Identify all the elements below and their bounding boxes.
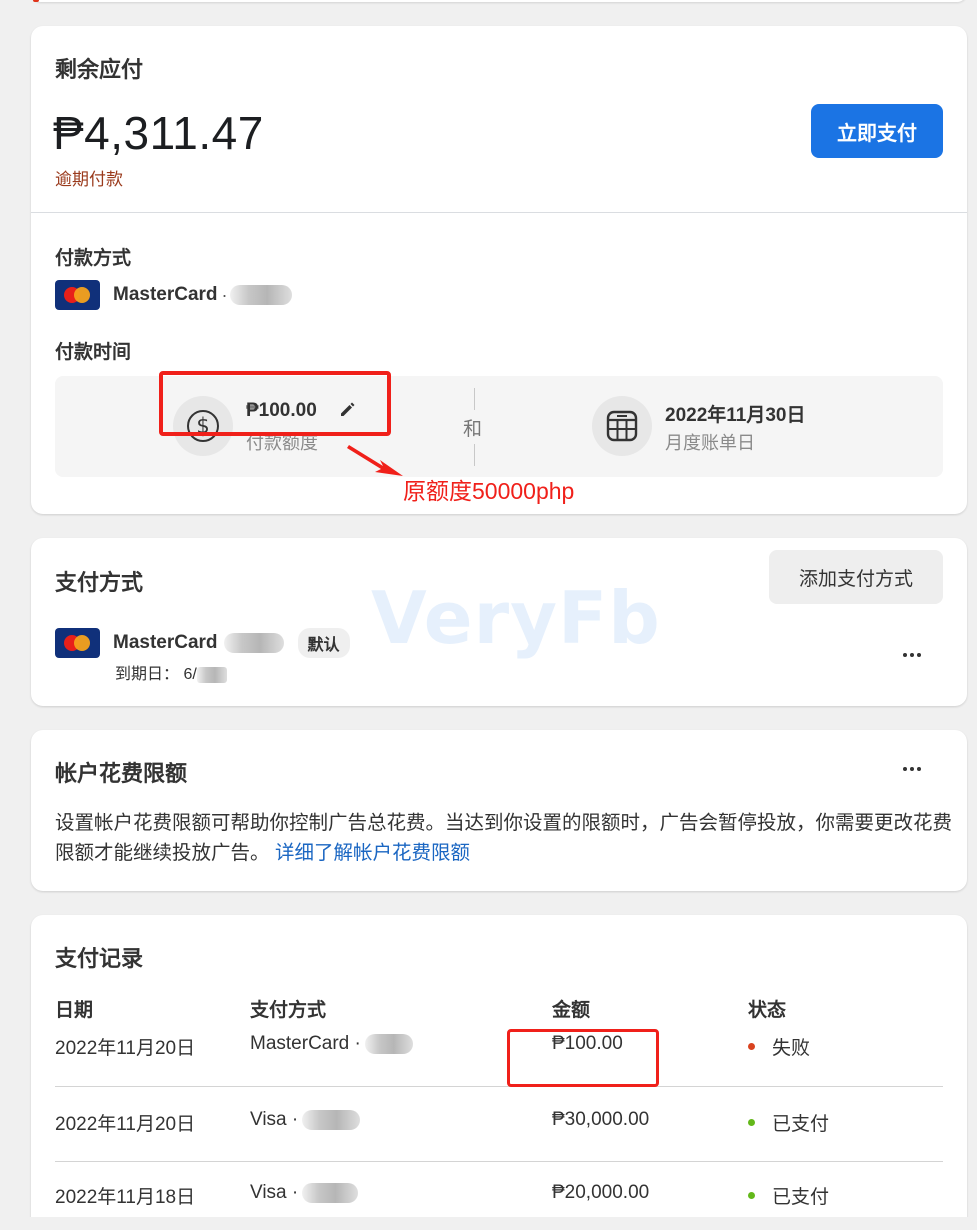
table-row[interactable]: 2022年11月20日 Visa · ₱30,000.00 已支付 (55, 1087, 943, 1162)
row-status: 已支付 (748, 1109, 829, 1136)
status-text: 失败 (772, 1038, 811, 1059)
masked-card-number (223, 633, 284, 653)
previous-card-edge (31, 0, 967, 2)
billing-date-label: 月度账单日 (665, 433, 755, 453)
spending-limit-title: 帐户花费限额 (55, 761, 188, 786)
mastercard-logo-icon (55, 280, 100, 310)
masked-card-number (302, 1110, 361, 1130)
spending-limit-description: 设置帐户花费限额可帮助你控制广告总花费。当达到你设置的限额时，广告会暂停投放，你… (55, 808, 955, 868)
method-text: Visa · (250, 1182, 299, 1203)
payment-method-brand: MasterCard (113, 284, 218, 305)
row-date: 2022年11月18日 (55, 1187, 196, 1208)
expiry-text: 到期日： 6/ (115, 666, 197, 683)
column-date: 日期 (55, 1000, 94, 1021)
row-status: 已支付 (748, 1182, 829, 1209)
spending-limit-card: 帐户花费限额 设置帐户花费限额可帮助你控制广告总花费。当达到你设置的限额时，广告… (31, 730, 967, 891)
row-method: MasterCard · (250, 1033, 413, 1055)
and-divider: 和 (461, 388, 489, 466)
annotation-text: 原额度50000php (403, 478, 575, 504)
divider (31, 212, 967, 213)
billing-date: 2022年11月30日 (665, 405, 806, 426)
status-dot (748, 1192, 755, 1199)
column-method: 支付方式 (250, 1000, 327, 1021)
payment-history-card: 支付记录 日期 支付方式 金额 状态 2022年11月20日 MasterCar… (31, 915, 967, 1230)
learn-more-link[interactable]: 详细了解帐户花费限额 (275, 842, 470, 864)
more-horizontal-icon[interactable] (894, 755, 930, 783)
status-text: 已支付 (772, 1187, 830, 1208)
balance-due-card: 剩余应付 ₱4,311.47 逾期付款 立即支付 付款方式 MasterCard… (31, 26, 967, 514)
pay-now-button[interactable]: 立即支付 (811, 104, 943, 158)
row-date: 2022年11月20日 (55, 1114, 196, 1135)
description-text: 设置帐户花费限额可帮助你控制广告总花费。当达到你设置的限额时，广告会暂停投放，你… (55, 812, 953, 864)
payment-method-label: 付款方式 (55, 248, 132, 269)
row-date: 2022年11月20日 (55, 1038, 196, 1059)
red-mark (33, 0, 39, 2)
payment-history-table: 日期 支付方式 金额 状态 2022年11月20日 MasterCard · ₱… (55, 989, 943, 1230)
balance-title: 剩余应付 (55, 57, 144, 82)
column-status: 状态 (748, 1000, 787, 1021)
masked-card-number (364, 1034, 413, 1054)
status-dot (748, 1043, 755, 1050)
payment-history-title: 支付记录 (55, 946, 144, 971)
card-expiry: 到期日： 6/ (115, 660, 227, 684)
add-payment-method-button[interactable]: 添加支付方式 (769, 550, 943, 604)
row-method: Visa · (250, 1182, 359, 1204)
row-amount: ₱30,000.00 (552, 1109, 650, 1130)
row-status: 失败 (748, 1033, 810, 1060)
separator: · (221, 284, 228, 305)
status-dot (748, 1119, 755, 1126)
payment-time-label: 付款时间 (55, 342, 132, 363)
masked-card-number (302, 1183, 359, 1203)
annotation-highlight-box (159, 371, 391, 436)
row-amount: ₱20,000.00 (552, 1182, 650, 1203)
payment-method-row: MasterCard · (55, 280, 292, 310)
status-text: 已支付 (772, 1114, 830, 1135)
column-amount: 金额 (552, 1000, 591, 1021)
payment-methods-card: VeryFb 支付方式 添加支付方式 MasterCard 默认 到期日： 6/ (31, 538, 967, 706)
and-label: 和 (463, 419, 483, 440)
more-horizontal-icon[interactable] (894, 641, 930, 669)
method-text: MasterCard · (250, 1033, 361, 1054)
calendar-icon (592, 396, 652, 456)
method-text: Visa · (250, 1109, 299, 1130)
payment-methods-title: 支付方式 (55, 570, 144, 595)
page-background (0, 1217, 977, 1230)
annotation-arrow-icon (347, 445, 403, 476)
watermark: VeryFb (371, 576, 661, 660)
table-row[interactable]: 2022年11月20日 MasterCard · ₱100.00 失败 (55, 1029, 943, 1087)
balance-amount: ₱4,311.47 (53, 107, 264, 159)
masked-expiry (196, 666, 227, 683)
mastercard-logo-icon (55, 628, 100, 658)
default-badge: 默认 (297, 628, 350, 658)
masked-card-number (229, 285, 292, 305)
payment-method-item[interactable]: MasterCard 默认 (55, 628, 350, 658)
overdue-status: 逾期付款 (55, 170, 123, 189)
row-method: Visa · (250, 1109, 361, 1131)
annotation-highlight-box (507, 1029, 659, 1087)
table-header: 日期 支付方式 金额 状态 (55, 989, 943, 1029)
method-brand: MasterCard (113, 632, 218, 653)
